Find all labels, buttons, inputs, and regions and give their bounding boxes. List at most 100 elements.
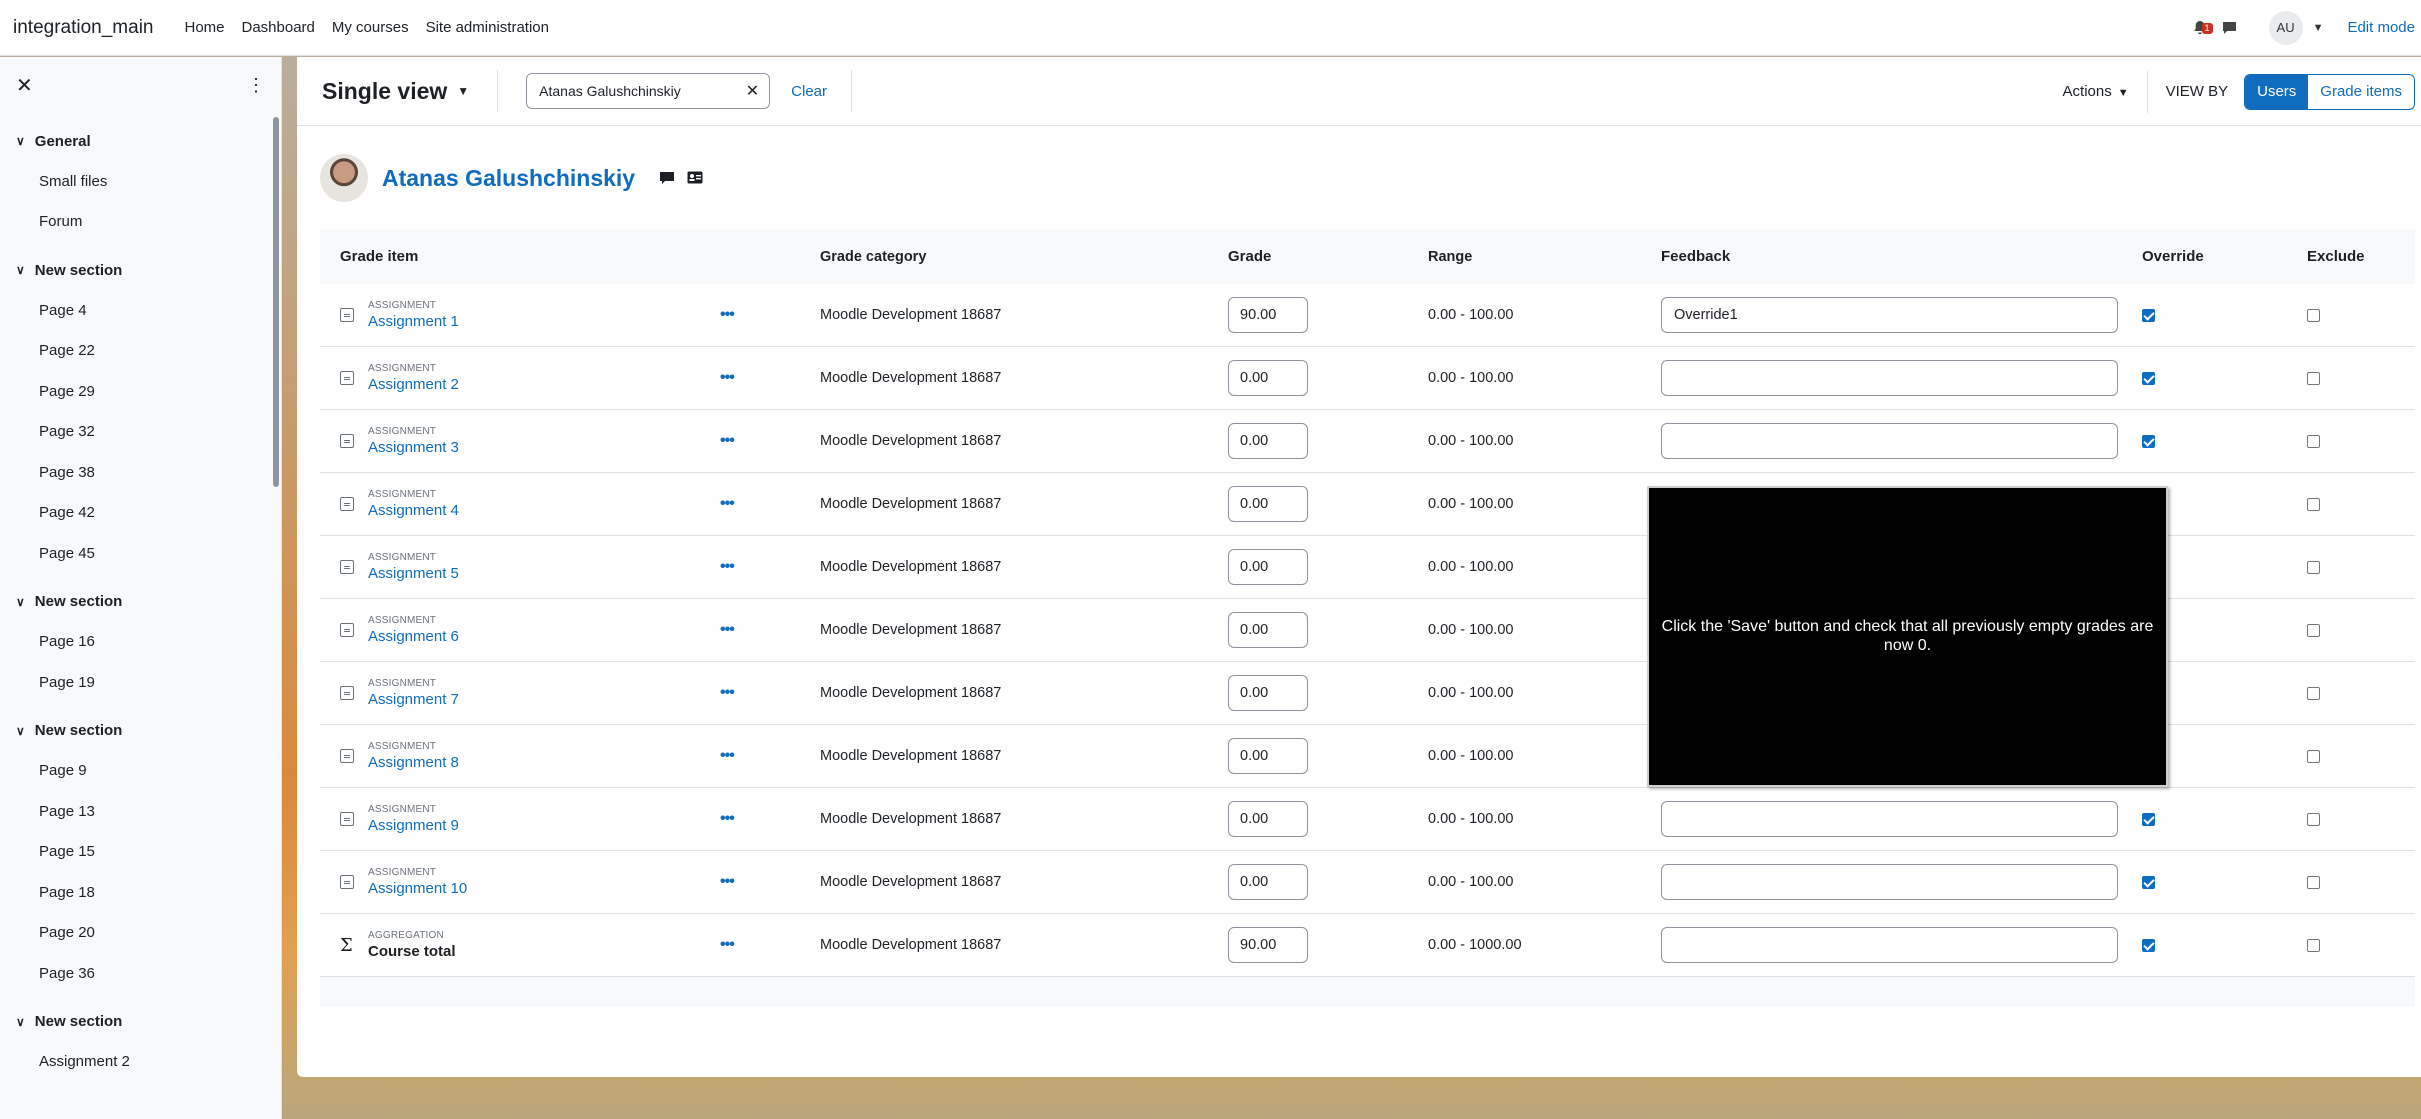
report-selector[interactable]: Single view ▼: [322, 78, 469, 105]
clear-link[interactable]: Clear: [791, 83, 827, 100]
course-index-item[interactable]: Page 13: [0, 791, 281, 832]
grade-input[interactable]: 0.00: [1228, 360, 1308, 396]
message-user-icon[interactable]: [659, 171, 675, 185]
feedback-input[interactable]: [1661, 423, 2118, 459]
grade-item-actions-kebab-icon[interactable]: •••: [720, 369, 735, 387]
override-checkbox[interactable]: [2142, 812, 2155, 826]
course-index-item[interactable]: Forum: [0, 202, 281, 243]
grade-item-name-link[interactable]: Assignment 1: [368, 313, 459, 330]
view-by-users-button[interactable]: Users: [2245, 74, 2309, 109]
section-header[interactable]: ∨ General: [0, 121, 281, 161]
grade-input[interactable]: 0.00: [1228, 423, 1308, 459]
view-by-grade-items-button[interactable]: Grade items: [2308, 75, 2414, 109]
actions-dropdown[interactable]: Actions ▼: [2063, 83, 2129, 100]
grade-item-actions-kebab-icon[interactable]: •••: [720, 936, 735, 954]
course-index-item[interactable]: Page 18: [0, 872, 281, 913]
site-brand[interactable]: integration_main: [13, 17, 153, 39]
grade-item-name-link[interactable]: Assignment 7: [368, 691, 459, 708]
course-index-item[interactable]: Assignment 2: [0, 1042, 281, 1083]
grade-item-name-link[interactable]: Assignment 10: [368, 880, 467, 897]
course-index-item[interactable]: Small files: [0, 161, 281, 202]
grade-input[interactable]: 90.00: [1228, 927, 1308, 963]
grade-item-actions-kebab-icon[interactable]: •••: [720, 495, 735, 513]
user-name-link[interactable]: Atanas Galushchinskiy: [382, 165, 635, 192]
grade-item-name-link[interactable]: Assignment 2: [368, 376, 459, 393]
exclude-checkbox[interactable]: [2307, 560, 2320, 574]
grade-item-actions-kebab-icon[interactable]: •••: [720, 621, 735, 639]
section-collapse-chevron-icon[interactable]: ∨: [16, 724, 25, 738]
clear-search-icon[interactable]: ✕: [746, 81, 759, 101]
grade-input[interactable]: 0.00: [1228, 801, 1308, 837]
exclude-checkbox[interactable]: [2307, 497, 2320, 511]
section-header[interactable]: ∨ New section: [0, 582, 281, 622]
grade-item-name-link[interactable]: Assignment 3: [368, 439, 459, 456]
override-checkbox[interactable]: [2142, 434, 2155, 448]
feedback-input[interactable]: Override1: [1661, 297, 2118, 333]
nav-my-courses[interactable]: My courses: [332, 19, 409, 36]
user-profile-card-icon[interactable]: [687, 171, 703, 185]
grade-item-actions-kebab-icon[interactable]: •••: [720, 873, 735, 891]
override-checkbox[interactable]: [2142, 308, 2155, 322]
grade-item-name-link[interactable]: Assignment 8: [368, 754, 459, 771]
feedback-input[interactable]: [1661, 360, 2118, 396]
course-index-item[interactable]: Page 19: [0, 662, 281, 703]
user-search-input[interactable]: Atanas Galushchinskiy ✕: [526, 73, 771, 109]
drawer-options-kebab-icon[interactable]: ⋮: [247, 75, 265, 96]
course-index-item[interactable]: Page 4: [0, 290, 281, 331]
course-index-item[interactable]: Page 15: [0, 832, 281, 873]
section-header[interactable]: ∨ New section: [0, 1002, 281, 1042]
messages-chat-icon[interactable]: [2219, 17, 2241, 39]
feedback-input[interactable]: [1661, 864, 2118, 900]
user-avatar[interactable]: AU: [2268, 10, 2303, 45]
close-drawer-icon[interactable]: ✕: [16, 73, 33, 98]
grade-item-actions-kebab-icon[interactable]: •••: [720, 432, 735, 450]
grade-item-actions-kebab-icon[interactable]: •••: [720, 306, 735, 324]
override-checkbox[interactable]: [2142, 371, 2155, 385]
grade-item-actions-kebab-icon[interactable]: •••: [720, 684, 735, 702]
nav-site-administration[interactable]: Site administration: [426, 19, 549, 36]
section-collapse-chevron-icon[interactable]: ∨: [16, 134, 25, 148]
course-index-item[interactable]: Page 22: [0, 331, 281, 372]
course-index-item[interactable]: Page 36: [0, 953, 281, 994]
grade-item-actions-kebab-icon[interactable]: •••: [720, 810, 735, 828]
section-collapse-chevron-icon[interactable]: ∨: [16, 1015, 25, 1029]
course-index-item[interactable]: Page 32: [0, 412, 281, 453]
course-index-item[interactable]: Page 38: [0, 452, 281, 493]
override-checkbox[interactable]: [2142, 875, 2155, 889]
override-checkbox[interactable]: [2142, 938, 2155, 952]
grade-item-name-link[interactable]: Assignment 4: [368, 502, 459, 519]
drawer-scrollbar[interactable]: [273, 117, 279, 487]
section-collapse-chevron-icon[interactable]: ∨: [16, 595, 25, 609]
exclude-checkbox[interactable]: [2307, 938, 2320, 952]
section-header[interactable]: ∨ New section: [0, 250, 281, 290]
course-index-item[interactable]: Page 45: [0, 533, 281, 574]
section-collapse-chevron-icon[interactable]: ∨: [16, 263, 25, 277]
grade-input[interactable]: 0.00: [1228, 486, 1308, 522]
course-index-item[interactable]: Page 42: [0, 493, 281, 534]
grade-item-name-link[interactable]: Assignment 6: [368, 628, 459, 645]
exclude-checkbox[interactable]: [2307, 749, 2320, 763]
exclude-checkbox[interactable]: [2307, 812, 2320, 826]
exclude-checkbox[interactable]: [2307, 875, 2320, 889]
course-index-item[interactable]: Page 20: [0, 913, 281, 954]
grade-item-name-link[interactable]: Assignment 5: [368, 565, 459, 582]
grade-input[interactable]: 0.00: [1228, 738, 1308, 774]
course-index-item[interactable]: Page 29: [0, 371, 281, 412]
exclude-checkbox[interactable]: [2307, 623, 2320, 637]
course-index-item[interactable]: Page 16: [0, 622, 281, 663]
exclude-checkbox[interactable]: [2307, 434, 2320, 448]
section-header[interactable]: ∨ New section: [0, 711, 281, 751]
feedback-input[interactable]: [1661, 801, 2118, 837]
grade-input[interactable]: 0.00: [1228, 675, 1308, 711]
exclude-checkbox[interactable]: [2307, 308, 2320, 322]
course-index-item[interactable]: Page 9: [0, 751, 281, 792]
user-menu-chevron-down-icon[interactable]: ▼: [2313, 22, 2324, 34]
grade-input[interactable]: 0.00: [1228, 864, 1308, 900]
grade-input[interactable]: 0.00: [1228, 612, 1308, 648]
nav-dashboard[interactable]: Dashboard: [242, 19, 315, 36]
grade-item-name-link[interactable]: Assignment 9: [368, 817, 459, 834]
grade-item-actions-kebab-icon[interactable]: •••: [720, 747, 735, 765]
nav-home[interactable]: Home: [184, 19, 224, 36]
edit-mode-toggle[interactable]: Edit mode: [2347, 19, 2415, 36]
grade-item-actions-kebab-icon[interactable]: •••: [720, 558, 735, 576]
